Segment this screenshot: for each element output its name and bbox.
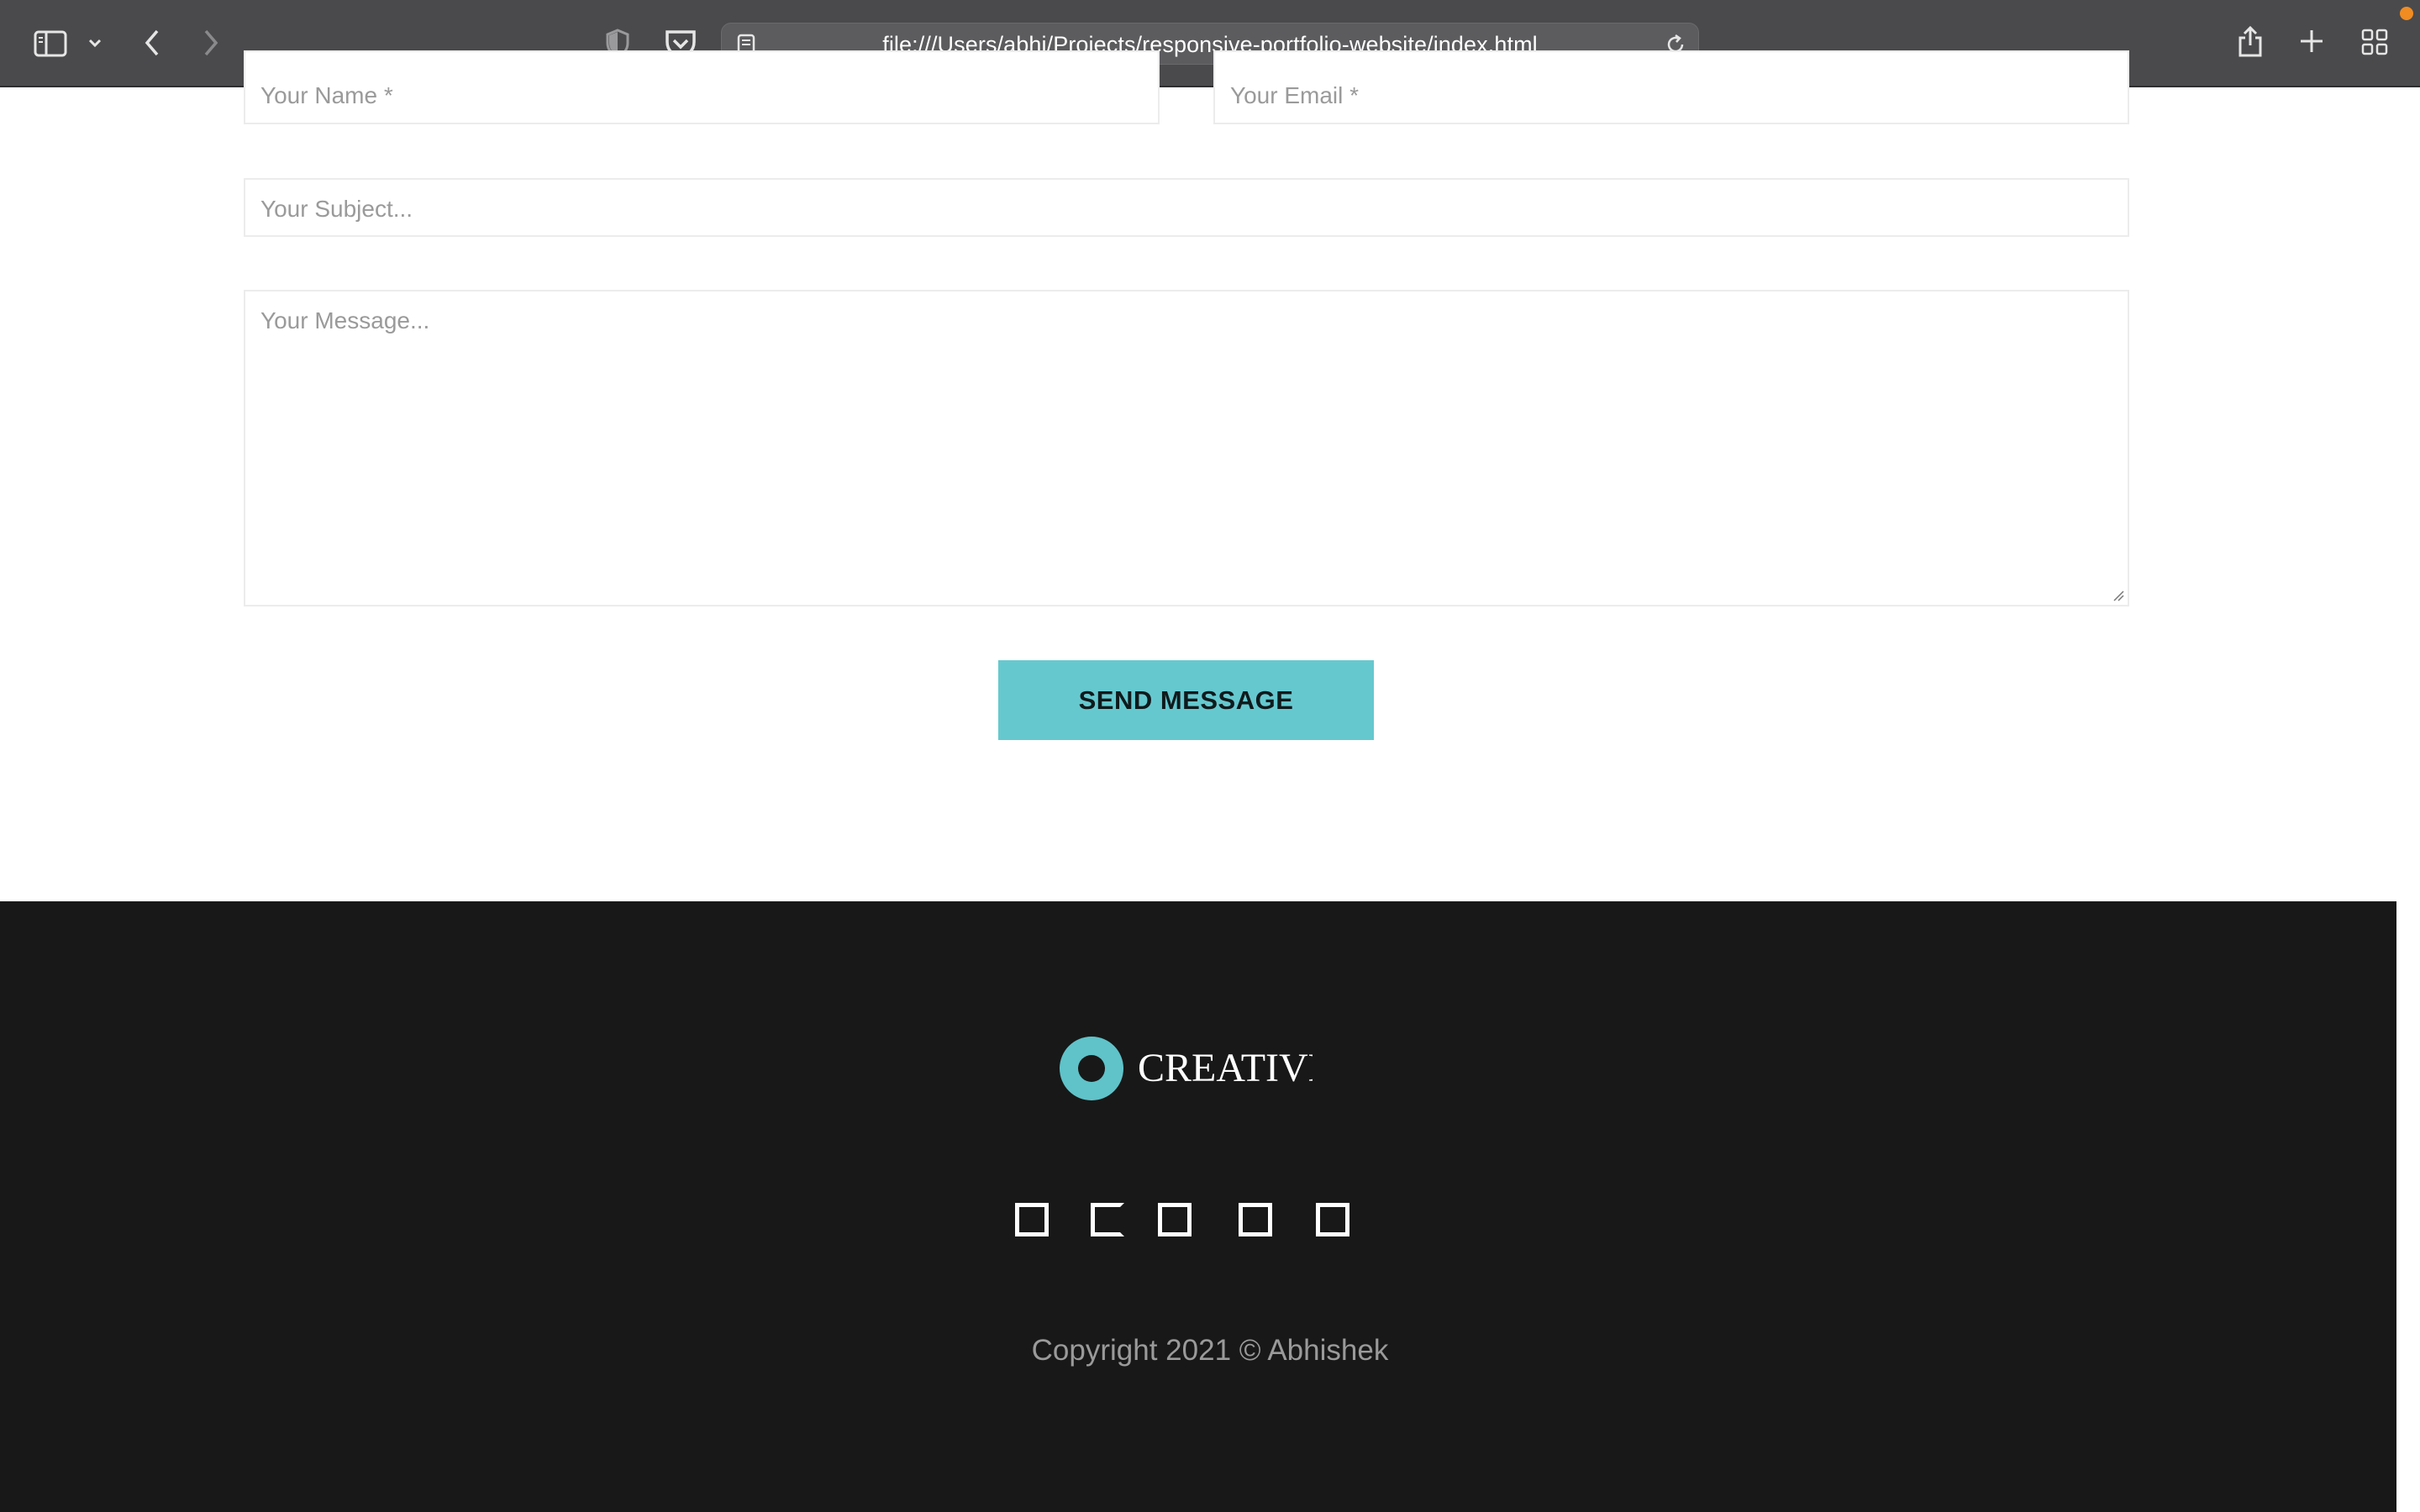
subject-field[interactable]: Your Subject...	[244, 178, 2129, 237]
subject-placeholder: Your Subject...	[260, 196, 413, 222]
email-placeholder: Your Email *	[1230, 82, 1360, 108]
name-field[interactable]: Your Name *	[244, 50, 1160, 124]
social-icon-4[interactable]	[1239, 1203, 1272, 1236]
social-icon-2[interactable]	[1091, 1203, 1124, 1236]
back-icon[interactable]	[143, 29, 161, 57]
share-icon[interactable]	[2237, 24, 2264, 59]
send-message-button[interactable]: SEND MESSAGE	[998, 660, 1374, 740]
plus-icon[interactable]	[2299, 29, 2324, 54]
name-placeholder: Your Name *	[260, 82, 393, 108]
sidebar-icon[interactable]	[34, 30, 67, 57]
notification-dot	[2400, 7, 2413, 20]
social-icon-1[interactable]	[1015, 1203, 1049, 1236]
tabs-overview-icon[interactable]	[2361, 29, 2388, 55]
resize-grip-icon[interactable]	[2111, 588, 2124, 601]
logo-mark-icon[interactable]	[1060, 1037, 1123, 1100]
social-icon-3[interactable]	[1158, 1203, 1192, 1236]
forward-icon[interactable]	[202, 29, 220, 57]
footer	[0, 901, 2396, 1512]
message-placeholder: Your Message...	[260, 307, 430, 333]
copyright-text: Copyright 2021 © Abhishek	[1031, 1334, 1389, 1367]
email-field[interactable]: Your Email *	[1213, 50, 2129, 124]
chevron-down-icon[interactable]	[87, 37, 103, 49]
logo-text[interactable]: CREATIVE	[1138, 1043, 1313, 1094]
message-field[interactable]: Your Message...	[244, 290, 2129, 606]
social-icon-5[interactable]	[1316, 1203, 1349, 1236]
scroll-gutter	[2396, 901, 2420, 1512]
